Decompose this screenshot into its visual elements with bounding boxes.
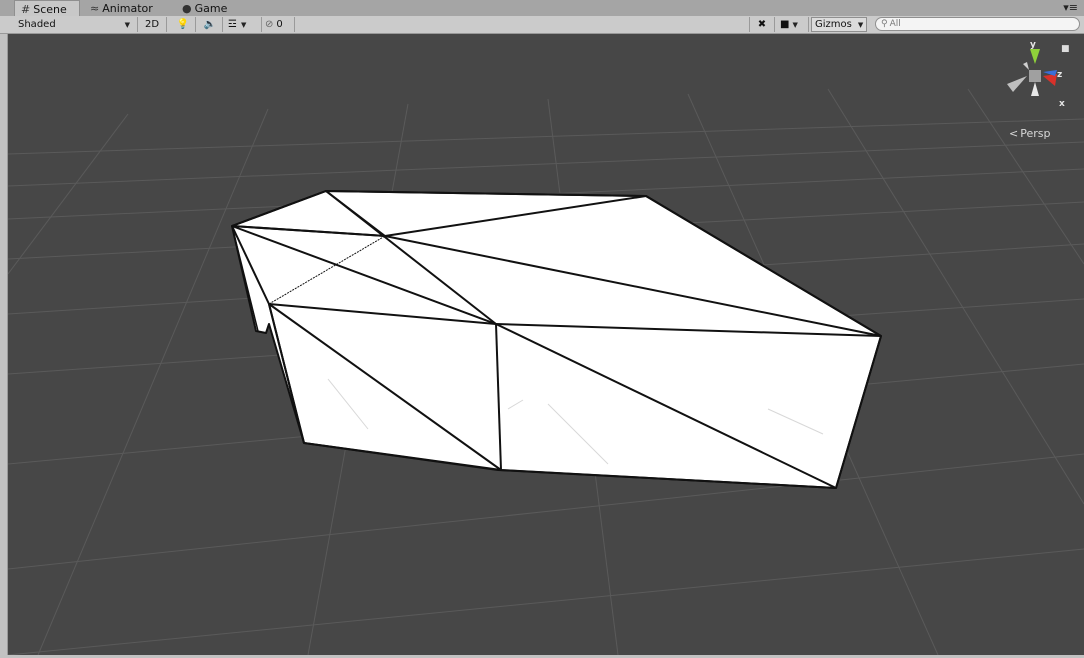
grid-icon: # — [21, 2, 31, 16]
camera-icon: ■ — [780, 19, 790, 30]
lighting-toggle[interactable]: 💡 — [175, 17, 191, 32]
tab-scene[interactable]: # Scene — [14, 0, 80, 17]
hidden-count: 0 — [276, 19, 283, 30]
scene-viewport[interactable]: y z x ■ < Persp — [8, 34, 1084, 655]
speaker-icon: 🔈 — [203, 19, 217, 30]
axis-x-label: x — [1059, 99, 1065, 109]
toggle-2d-label: 2D — [144, 19, 160, 30]
audio-toggle[interactable]: 🔈 — [201, 17, 219, 32]
toggle-2d-button[interactable]: 2D — [142, 17, 162, 32]
shading-mode-label: Shaded — [18, 19, 56, 30]
left-panel-edge — [0, 34, 8, 655]
chevron-down-icon: ▼ — [124, 20, 130, 29]
tab-game-label: Game — [194, 1, 228, 15]
tools-icon: ✖ — [757, 19, 767, 30]
axis-y-label: y — [1030, 40, 1036, 50]
projection-toggle[interactable]: < Persp — [1009, 127, 1050, 140]
tools-toggle[interactable]: ✖ — [754, 17, 770, 32]
axis-z-label: z — [1057, 70, 1063, 80]
perspective-icon: < — [1009, 127, 1019, 140]
effects-icon: ☲ — [228, 19, 237, 30]
panel-menu-icon[interactable]: ▾≡ — [1063, 1, 1078, 14]
search-icon: ⚲ — [881, 19, 888, 29]
chevron-down-icon: ▼ — [240, 20, 247, 29]
projection-label: Persp — [1020, 127, 1051, 140]
gizmos-label: Gizmos — [815, 19, 852, 30]
search-input[interactable]: ⚲ All — [875, 17, 1080, 31]
eye-hidden-icon: ⊘ — [265, 19, 274, 30]
tab-bar: # Scene ≈ Animator ● Game ▾≡ — [0, 0, 1084, 17]
tab-animator-label: Animator — [102, 1, 153, 15]
tab-game[interactable]: ● Game — [176, 0, 246, 16]
scene-toolbar: Shaded ▼ 2D 💡 🔈 ☲ ▼ ⊘ 0 ✖ ■ ▼ Gizmos ▼ ⚲… — [0, 16, 1084, 34]
axis-y-cone — [1030, 49, 1040, 64]
tab-scene-label: Scene — [33, 2, 67, 16]
search-placeholder: All — [889, 19, 901, 29]
mesh-object — [231, 190, 882, 489]
tab-animator[interactable]: ≈ Animator — [84, 0, 174, 16]
lock-icon[interactable]: ■ — [1061, 44, 1070, 54]
gizmos-dropdown[interactable]: Gizmos ▼ — [811, 17, 867, 32]
game-icon: ● — [182, 1, 192, 15]
animator-icon: ≈ — [90, 1, 100, 15]
shading-mode-dropdown[interactable]: Shaded ▼ — [12, 17, 133, 32]
hidden-objects-toggle[interactable]: ⊘ 0 — [265, 17, 291, 32]
scene-canvas — [8, 88, 1084, 655]
effects-dropdown[interactable]: ☲ ▼ — [228, 17, 258, 32]
lightbulb-icon: 💡 — [176, 19, 190, 30]
chevron-down-icon: ▼ — [792, 20, 798, 29]
camera-settings-dropdown[interactable]: ■ ▼ — [780, 17, 806, 32]
chevron-down-icon: ▼ — [857, 20, 864, 29]
